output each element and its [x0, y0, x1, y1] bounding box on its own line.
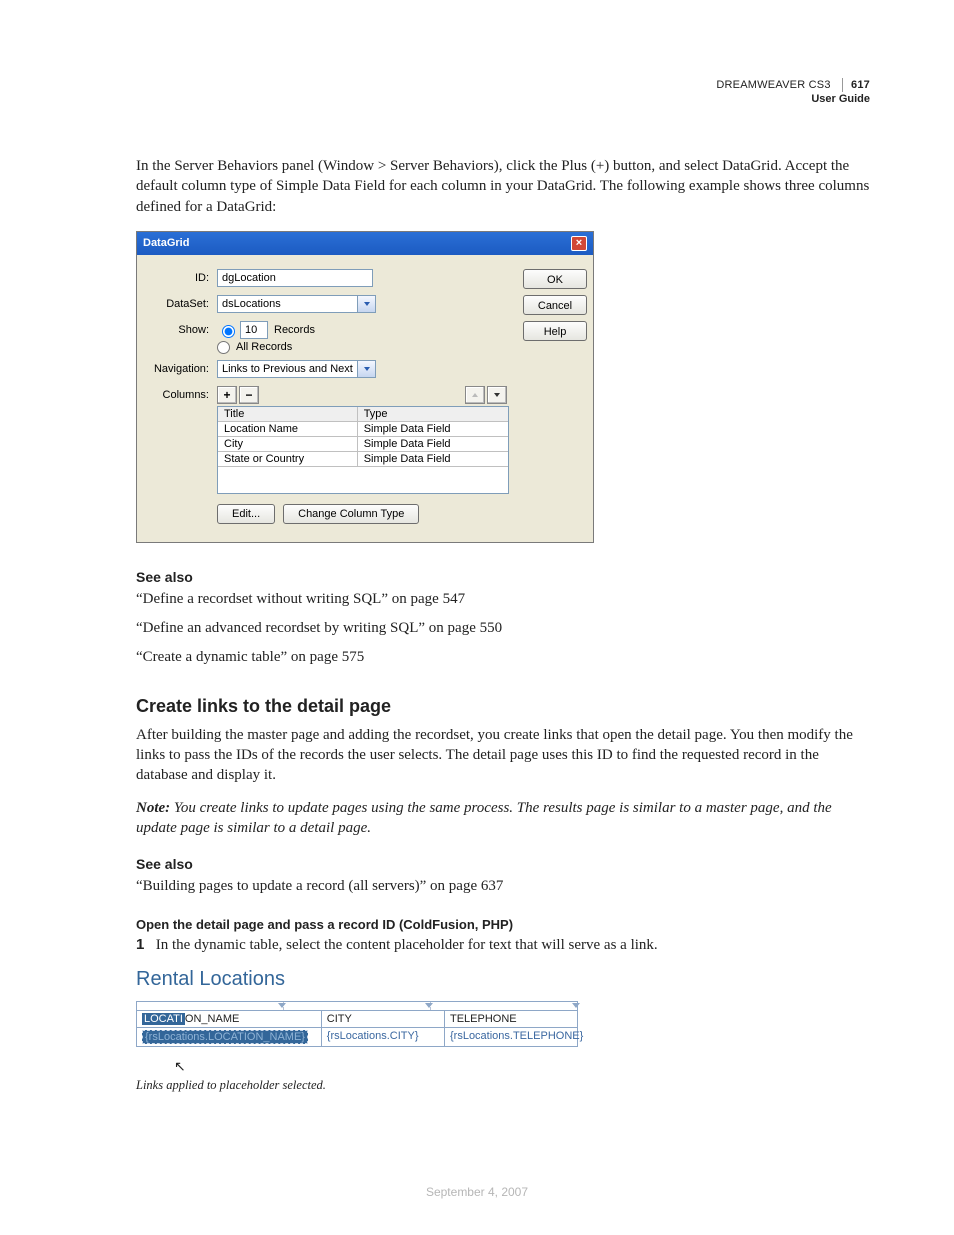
- col-header-type: Type: [357, 407, 508, 422]
- resize-handle-icon[interactable]: [572, 1003, 580, 1008]
- section-heading: Create links to the detail page: [136, 696, 870, 717]
- close-icon[interactable]: ×: [571, 236, 587, 251]
- cancel-button[interactable]: Cancel: [523, 295, 587, 315]
- id-input[interactable]: [217, 269, 373, 287]
- section-paragraph: After building the master page and addin…: [136, 725, 870, 786]
- columns-table[interactable]: Title Type Location Name Simple Data Fie…: [217, 406, 509, 494]
- intro-paragraph: In the Server Behaviors panel (Window > …: [136, 156, 870, 217]
- rental-col-header: TELEPHONE: [445, 1010, 577, 1027]
- figure-caption: Links applied to placeholder selected.: [136, 1078, 870, 1093]
- all-records-label: All Records: [236, 341, 292, 353]
- all-records-radio[interactable]: [217, 341, 230, 354]
- step-line: 1 In the dynamic table, select the conte…: [136, 936, 870, 954]
- rental-col-header: CITY: [322, 1010, 445, 1027]
- step-number: 1: [136, 936, 152, 953]
- placeholder[interactable]: {rsLocations.CITY}: [322, 1027, 445, 1046]
- subsection-heading: Open the detail page and pass a record I…: [136, 917, 870, 932]
- records-count-input[interactable]: [240, 321, 268, 339]
- move-down-button[interactable]: [487, 386, 507, 404]
- chevron-down-icon[interactable]: [357, 295, 376, 313]
- show-n-records-radio[interactable]: [222, 325, 235, 338]
- table-handle-row: [137, 1002, 577, 1010]
- remove-column-button[interactable]: −: [239, 386, 259, 404]
- see-also-link[interactable]: “Building pages to update a record (all …: [136, 878, 870, 895]
- rental-table: LOCATION_NAME CITY TELEPHONE {rsLocation…: [136, 1001, 578, 1047]
- note: Note: You create links to update pages u…: [136, 798, 870, 839]
- col-header-title: Title: [218, 407, 357, 422]
- selected-placeholder[interactable]: {rsLocations.LOCATION_NAME}: [142, 1030, 308, 1044]
- step-text: In the dynamic table, select the content…: [156, 937, 658, 953]
- page-header: DREAMWEAVER CS3 617 User Guide: [716, 78, 870, 107]
- datagrid-dialog: DataGrid × ID: DataSet:: [136, 231, 594, 543]
- columns-label: Columns:: [151, 389, 209, 401]
- add-column-button[interactable]: +: [217, 386, 237, 404]
- see-also-heading: See also: [136, 856, 870, 872]
- ok-button[interactable]: OK: [523, 269, 587, 289]
- note-body: You create links to update pages using t…: [136, 800, 832, 836]
- table-row: State or Country Simple Data Field: [218, 451, 508, 466]
- table-row: Location Name Simple Data Field: [218, 421, 508, 436]
- change-column-type-button[interactable]: Change Column Type: [283, 504, 419, 524]
- show-label: Show:: [151, 324, 209, 336]
- see-also-link[interactable]: “Define an advanced recordset by writing…: [136, 620, 870, 637]
- guide-subtitle: User Guide: [716, 92, 870, 106]
- records-label: Records: [274, 324, 315, 336]
- edit-button[interactable]: Edit...: [217, 504, 275, 524]
- move-up-button[interactable]: [465, 386, 485, 404]
- see-also-link[interactable]: “Create a dynamic table” on page 575: [136, 649, 870, 666]
- table-row: City Simple Data Field: [218, 436, 508, 451]
- product-name: DREAMWEAVER CS3: [716, 79, 830, 91]
- dataset-label: DataSet:: [151, 298, 209, 310]
- see-also-link[interactable]: “Define a recordset without writing SQL”…: [136, 591, 870, 608]
- navigation-select[interactable]: [217, 360, 357, 378]
- rental-page-title: Rental Locations: [136, 968, 870, 991]
- footer-date: September 4, 2007: [0, 1185, 954, 1199]
- dataset-select[interactable]: [217, 295, 357, 313]
- dialog-title-text: DataGrid: [143, 237, 189, 249]
- cursor-arrow-icon: ↖: [174, 1059, 870, 1076]
- id-label: ID:: [151, 272, 209, 284]
- navigation-label: Navigation:: [151, 363, 209, 375]
- page-number: 617: [842, 78, 870, 92]
- placeholder[interactable]: {rsLocations.TELEPHONE}: [445, 1027, 577, 1046]
- see-also-heading: See also: [136, 569, 870, 585]
- chevron-down-icon[interactable]: [357, 360, 376, 378]
- dialog-titlebar[interactable]: DataGrid ×: [137, 232, 593, 255]
- help-button[interactable]: Help: [523, 321, 587, 341]
- rental-col-header: LOCATION_NAME: [137, 1010, 322, 1027]
- note-label: Note:: [136, 800, 170, 816]
